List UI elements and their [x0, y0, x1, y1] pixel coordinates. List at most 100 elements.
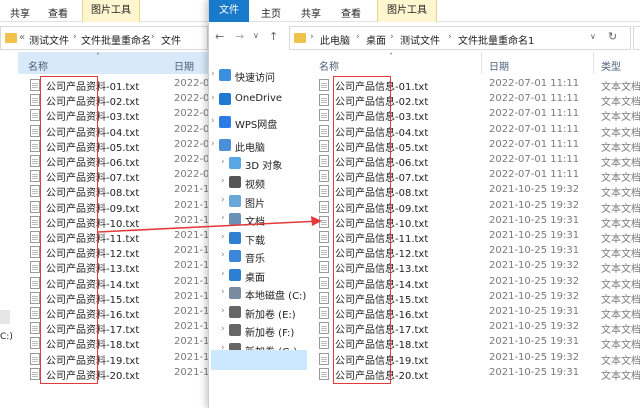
chevron-right-icon[interactable]: ›	[390, 32, 394, 42]
file-row[interactable]: 公司产品资料-20.txt 2021-10	[30, 367, 230, 382]
refresh-icon[interactable]: ↻	[608, 30, 617, 43]
nav-item[interactable]: › 新加卷 (E:)	[209, 303, 309, 323]
nav-item-fragment[interactable]: C:)	[0, 332, 13, 342]
breadcrumb-item[interactable]: 文件批量重命名	[81, 32, 151, 47]
address-bar[interactable]: › 此电脑 › 桌面 › 测试文件 › 文件批量重命名1 ∨ ↻	[289, 26, 631, 50]
breadcrumb-item[interactable]: 测试文件	[400, 32, 440, 47]
file-row[interactable]: 公司产品资料-01.txt 2022-07	[30, 78, 230, 93]
chevron-right-icon[interactable]: ›	[448, 32, 452, 42]
chevron-right-icon[interactable]: ›	[221, 250, 225, 260]
ribbon-tab-share[interactable]: 共享	[301, 5, 321, 21]
file-row[interactable]: 公司产品信息-14.txt 2021-10-25 19:32 文本文档	[319, 276, 640, 291]
file-row[interactable]: 公司产品信息-18.txt 2021-10-25 19:31 文本文档	[319, 336, 640, 351]
ribbon-tab-file[interactable]: 文件	[209, 0, 249, 22]
column-divider[interactable]	[166, 52, 167, 74]
chevron-right-icon[interactable]: ›	[356, 32, 360, 42]
file-row[interactable]: 公司产品资料-10.txt 2021-10	[30, 215, 230, 230]
file-row[interactable]: 公司产品资料-03.txt 2022-07	[30, 108, 230, 123]
breadcrumb-item[interactable]: 桌面	[366, 32, 386, 47]
file-row[interactable]: 公司产品资料-08.txt 2021-10	[30, 184, 230, 199]
chevron-right-icon[interactable]: ›	[221, 176, 225, 186]
breadcrumb-item[interactable]: 此电脑	[320, 32, 350, 47]
chevron-right-icon[interactable]: ›	[211, 139, 215, 149]
file-row[interactable]: 公司产品资料-02.txt 2022-07	[30, 93, 230, 108]
file-row[interactable]: 公司产品信息-02.txt 2022-07-01 11:11 文本文档	[319, 93, 640, 108]
ribbon-tab-picture-tools[interactable]: 图片工具	[82, 0, 140, 22]
back-arrow-icon[interactable]: ←	[215, 30, 224, 43]
file-row[interactable]: 公司产品信息-19.txt 2021-10-25 19:32 文本文档	[319, 352, 640, 367]
file-row[interactable]: 公司产品信息-16.txt 2021-10-25 19:31 文本文档	[319, 306, 640, 321]
file-row[interactable]: 公司产品资料-13.txt 2021-10	[30, 260, 230, 275]
file-row[interactable]: 公司产品资料-14.txt 2021-10	[30, 276, 230, 291]
breadcrumb-item[interactable]: 测试文件	[29, 32, 69, 47]
file-row[interactable]: 公司产品资料-11.txt 2021-10	[30, 230, 230, 245]
file-row[interactable]: 公司产品资料-07.txt 2022-07	[30, 169, 230, 184]
file-row[interactable]: 公司产品信息-01.txt 2022-07-01 11:11 文本文档	[319, 78, 640, 93]
file-row[interactable]: 公司产品信息-20.txt 2021-10-25 19:31 文本文档	[319, 367, 640, 382]
file-row[interactable]: 公司产品信息-09.txt 2021-10-25 19:32 文本文档	[319, 200, 640, 215]
file-row[interactable]: 公司产品资料-09.txt 2021-10	[30, 200, 230, 215]
chevron-right-icon[interactable]: ›	[221, 232, 225, 242]
nav-item[interactable]: › 下载	[209, 229, 309, 249]
forward-arrow-icon[interactable]: →	[235, 30, 244, 43]
ribbon-tab-share[interactable]: 共享	[10, 5, 30, 21]
chevron-right-icon[interactable]: ›	[211, 69, 215, 79]
ribbon-tab-picture-tools[interactable]: 图片工具	[377, 0, 437, 22]
file-row[interactable]: 公司产品信息-05.txt 2022-07-01 11:11 文本文档	[319, 139, 640, 154]
file-row[interactable]: 公司产品资料-05.txt 2022-07	[30, 139, 230, 154]
file-row[interactable]: 公司产品资料-16.txt 2021-10	[30, 306, 230, 321]
address-bar[interactable]: « 测试文件 › 文件批量重命名 › 文件	[0, 26, 208, 50]
nav-item[interactable]: › 视频	[209, 173, 309, 193]
chevron-right-icon[interactable]: ›	[310, 32, 314, 42]
search-input[interactable]	[633, 26, 640, 50]
breadcrumb-item[interactable]: 文件	[161, 32, 181, 47]
file-row[interactable]: 公司产品资料-04.txt 2022-07	[30, 124, 230, 139]
chevron-right-icon[interactable]: ›	[221, 195, 225, 205]
file-row[interactable]: 公司产品资料-12.txt 2021-10	[30, 245, 230, 260]
column-header-type[interactable]: 类型	[601, 58, 621, 76]
file-row[interactable]: 公司产品信息-17.txt 2021-10-25 19:32 文本文档	[319, 321, 640, 336]
file-row[interactable]: 公司产品信息-03.txt 2022-07-01 11:11 文本文档	[319, 108, 640, 123]
breadcrumb-overflow[interactable]: «	[19, 32, 25, 43]
file-row[interactable]: 公司产品信息-04.txt 2022-07-01 11:11 文本文档	[319, 124, 640, 139]
nav-item[interactable]: › 图片	[209, 192, 309, 212]
file-row[interactable]: 公司产品资料-19.txt 2021-10	[30, 352, 230, 367]
ribbon-tab-view[interactable]: 查看	[341, 5, 361, 21]
column-header-date[interactable]: 日期	[489, 58, 509, 76]
column-divider[interactable]	[481, 52, 482, 74]
nav-item[interactable]: › 新加卷 (F:)	[209, 321, 309, 341]
chevron-right-icon[interactable]: ›	[221, 324, 225, 334]
nav-item[interactable]: › 桌面	[209, 266, 309, 286]
nav-item[interactable]: › 文档	[209, 210, 309, 230]
file-row[interactable]: 公司产品信息-15.txt 2021-10-25 19:32 文本文档	[319, 291, 640, 306]
file-row[interactable]: 公司产品信息-07.txt 2022-07-01 11:11 文本文档	[319, 169, 640, 184]
ribbon-tab-home[interactable]: 主页	[261, 5, 281, 21]
column-header-name[interactable]: 名称	[319, 58, 339, 76]
nav-item[interactable]: › 快速访问	[209, 66, 309, 86]
up-arrow-icon[interactable]: ↑	[269, 30, 278, 43]
chevron-right-icon[interactable]: ›	[221, 213, 225, 223]
chevron-right-icon[interactable]: ›	[73, 32, 77, 42]
nav-item[interactable]: › 音乐	[209, 247, 309, 267]
chevron-right-icon[interactable]: ›	[151, 32, 155, 42]
file-row[interactable]: 公司产品信息-06.txt 2022-07-01 11:11 文本文档	[319, 154, 640, 169]
history-dropdown-icon[interactable]: ∨	[590, 32, 596, 41]
chevron-right-icon[interactable]: ›	[221, 269, 225, 279]
file-row[interactable]: 公司产品信息-10.txt 2021-10-25 19:31 文本文档	[319, 215, 640, 230]
file-row[interactable]: 公司产品资料-15.txt 2021-10	[30, 291, 230, 306]
chevron-right-icon[interactable]: ›	[211, 93, 215, 103]
column-header-name[interactable]: 名称	[28, 58, 48, 76]
ribbon-tab-view[interactable]: 查看	[48, 5, 68, 21]
column-divider[interactable]	[593, 52, 594, 74]
chevron-right-icon[interactable]: ›	[221, 157, 225, 167]
chevron-down-icon[interactable]: ∨	[253, 31, 259, 40]
chevron-right-icon[interactable]: ›	[221, 287, 225, 297]
file-row[interactable]: 公司产品信息-11.txt 2021-10-25 19:31 文本文档	[319, 230, 640, 245]
file-row[interactable]: 公司产品资料-18.txt 2021-10	[30, 336, 230, 351]
file-row[interactable]: 公司产品信息-08.txt 2021-10-25 19:32 文本文档	[319, 184, 640, 199]
breadcrumb-item[interactable]: 文件批量重命名1	[458, 32, 534, 47]
file-row[interactable]: 公司产品信息-13.txt 2021-10-25 19:32 文本文档	[319, 260, 640, 275]
chevron-right-icon[interactable]: ›	[211, 116, 215, 126]
file-row[interactable]: 公司产品资料-06.txt 2022-07	[30, 154, 230, 169]
column-header-date[interactable]: 日期	[174, 58, 194, 76]
